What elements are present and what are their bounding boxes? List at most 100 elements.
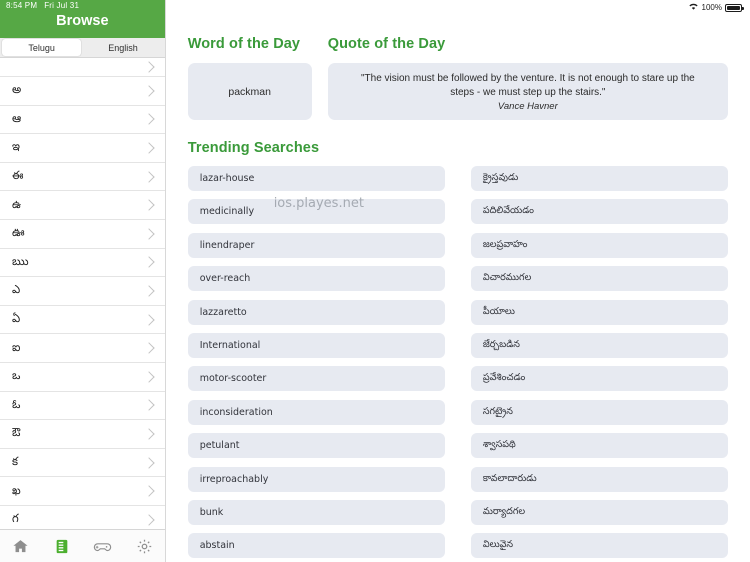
trending-search-pill[interactable]: సగట్రైన bbox=[470, 399, 728, 425]
tab-bar[interactable] bbox=[0, 529, 165, 562]
trending-search-pill[interactable]: జలప్రవాహం bbox=[470, 232, 728, 258]
trending-search-pill[interactable]: medicinally bbox=[187, 199, 445, 225]
sidebar-header: 8:54 PM Fri Jul 31 Browse bbox=[0, 0, 165, 38]
trending-search-pill[interactable]: పీయాలు bbox=[470, 299, 728, 325]
chevron-right-icon bbox=[143, 256, 155, 269]
letter-label: ఐ bbox=[12, 339, 21, 354]
trending-search-pill[interactable]: inconsideration bbox=[187, 399, 445, 425]
trending-search-pill[interactable]: abstain bbox=[187, 533, 445, 559]
word-of-the-day-section: Word of the Day packman bbox=[187, 36, 312, 120]
letter-row[interactable]: ఐ bbox=[0, 334, 165, 363]
trending-left-column: lazar-house medicinally linendraper over-re… bbox=[187, 166, 445, 562]
trending-search-pill[interactable]: విలువైన bbox=[470, 533, 728, 559]
tab-games[interactable] bbox=[82, 540, 123, 553]
letter-label: గ bbox=[12, 511, 19, 526]
letter-label: ఉ bbox=[12, 196, 22, 211]
letter-label: ఖ bbox=[12, 482, 21, 497]
letter-label: అ bbox=[12, 82, 22, 97]
trending-search-pill[interactable]: International bbox=[187, 332, 445, 358]
letter-label: ఋ bbox=[12, 253, 29, 268]
trending-search-pill[interactable]: మర్యాదగల bbox=[470, 499, 728, 525]
gamepad-icon bbox=[93, 540, 112, 553]
quote-of-the-day-title: Quote of the Day bbox=[327, 36, 446, 52]
letter-label: ఏ bbox=[12, 311, 21, 326]
letter-row[interactable]: గ bbox=[0, 506, 165, 529]
word-of-the-day-card[interactable]: packman bbox=[187, 63, 312, 120]
quote-author: Vance Havner bbox=[497, 100, 558, 112]
chevron-right-icon bbox=[143, 485, 155, 497]
trending-searches-title: Trending Searches bbox=[187, 140, 320, 156]
letter-row[interactable]: ఓ bbox=[0, 392, 165, 421]
trending-search-pill[interactable]: linendraper bbox=[187, 232, 445, 258]
chevron-right-icon bbox=[143, 61, 155, 73]
main-content: 100% Word of the Day packman Quote of th… bbox=[165, 0, 750, 562]
trending-search-pill[interactable]: petulant bbox=[187, 433, 445, 459]
status-date: Fri Jul 31 bbox=[44, 1, 80, 10]
letter-row[interactable] bbox=[0, 58, 165, 77]
trending-search-pill[interactable]: పదిలివేయడం bbox=[470, 199, 728, 225]
letter-row[interactable]: ఊ bbox=[0, 220, 165, 249]
chevron-right-icon bbox=[143, 456, 155, 469]
sidebar: 8:54 PM Fri Jul 31 Browse Telugu English… bbox=[0, 0, 166, 562]
trending-search-pill[interactable]: కావలాదారుడు bbox=[470, 466, 728, 492]
letter-label: ఒ bbox=[12, 368, 21, 383]
chevron-right-icon bbox=[143, 399, 155, 411]
letter-row[interactable]: క bbox=[0, 449, 165, 478]
chevron-right-icon bbox=[143, 170, 155, 183]
trending-search-pill[interactable]: lazar-house bbox=[187, 166, 445, 191]
letter-list[interactable]: అఆఇఈఉఊఋఎఏఐఒఓఔకఖగ bbox=[0, 58, 165, 529]
chevron-right-icon bbox=[143, 85, 155, 97]
wifi-icon bbox=[688, 2, 699, 13]
tab-home[interactable] bbox=[0, 538, 41, 555]
letter-row[interactable]: ఔ bbox=[0, 420, 165, 449]
chevron-right-icon bbox=[143, 342, 155, 354]
letter-row[interactable]: ఋ bbox=[0, 249, 165, 278]
letter-row[interactable]: ఒ bbox=[0, 363, 165, 392]
letter-label: ఆ bbox=[12, 110, 22, 125]
chevron-right-icon bbox=[143, 428, 155, 440]
trending-search-pill[interactable]: bunk bbox=[187, 499, 445, 525]
tab-settings[interactable] bbox=[124, 538, 165, 555]
chevron-right-icon bbox=[143, 514, 155, 526]
trending-search-pill[interactable]: శ్వాసపథి bbox=[470, 433, 728, 459]
letter-row[interactable]: ఈ bbox=[0, 163, 165, 192]
letter-row[interactable]: ఎ bbox=[0, 277, 165, 306]
letter-row[interactable]: ఏ bbox=[0, 306, 165, 335]
letter-row[interactable]: ఇ bbox=[0, 134, 165, 163]
letter-label: ఈ bbox=[12, 168, 24, 183]
chevron-right-icon bbox=[143, 199, 155, 211]
word-of-the-day-value: packman bbox=[228, 85, 271, 98]
battery-icon bbox=[725, 3, 744, 12]
home-icon bbox=[12, 538, 29, 555]
letter-row[interactable]: ఉ bbox=[0, 191, 165, 220]
segment-telugu[interactable]: Telugu bbox=[2, 39, 82, 56]
letter-label: క bbox=[12, 454, 19, 469]
trending-right-column: క్రైస్తవుడు పదిలివేయడం జలప్రవాహం విచారముగల ప… bbox=[470, 166, 728, 562]
chevron-right-icon bbox=[143, 228, 155, 240]
battery-percent: 100% bbox=[701, 3, 722, 12]
language-segmented-control[interactable]: Telugu English bbox=[0, 38, 165, 58]
letter-label: ఔ bbox=[12, 425, 21, 440]
trending-search-pill[interactable]: motor-scooter bbox=[187, 366, 445, 392]
page-title: Browse bbox=[56, 13, 109, 29]
trending-search-pill[interactable]: జేర్చబడిన bbox=[470, 332, 728, 358]
trending-search-pill[interactable]: విచారముగల bbox=[470, 266, 728, 292]
trending-search-pill[interactable]: over-reach bbox=[187, 266, 445, 292]
letter-row[interactable]: అ bbox=[0, 77, 165, 106]
status-bar-right: 100% bbox=[688, 2, 744, 13]
trending-search-pill[interactable]: క్రైస్తవుడు bbox=[470, 166, 728, 191]
letter-label: ఓ bbox=[12, 396, 21, 411]
status-bar-left: 8:54 PM Fri Jul 31 bbox=[6, 1, 79, 10]
quote-text: "The vision must be followed by the vent… bbox=[360, 72, 695, 98]
chevron-right-icon bbox=[143, 113, 155, 126]
letter-label: ఊ bbox=[12, 225, 25, 240]
letter-row[interactable]: ఖ bbox=[0, 477, 165, 506]
gear-icon bbox=[136, 538, 153, 555]
chevron-right-icon bbox=[143, 313, 155, 326]
trending-search-pill[interactable]: irreproachably bbox=[187, 466, 445, 492]
letter-row[interactable]: ఆ bbox=[0, 106, 165, 135]
trending-search-pill[interactable]: lazzaretto bbox=[187, 299, 445, 325]
tab-browse[interactable] bbox=[41, 538, 82, 555]
trending-search-pill[interactable]: ప్రవేశించడం bbox=[470, 366, 728, 392]
segment-english[interactable]: English bbox=[83, 39, 162, 56]
